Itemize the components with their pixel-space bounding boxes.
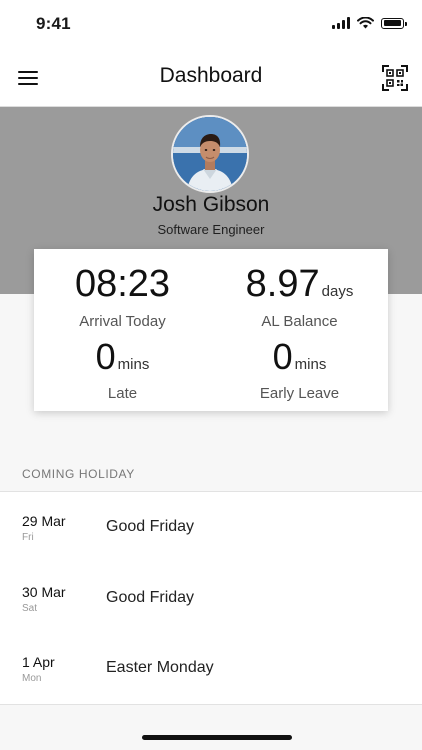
holiday-row[interactable]: 29 Mar Fri Good Friday [0,492,422,562]
status-time: 9:41 [36,14,71,33]
holiday-date: 29 Mar [22,513,66,529]
holiday-day: Mon [22,673,42,684]
al-balance-label: AL Balance [261,313,338,330]
holiday-list: 29 Mar Fri Good Friday 30 Mar Sat Good F… [0,491,422,705]
attendance-stats-card: 08:23 Arrival Today 8.97 days AL Balance … [34,249,388,411]
profile-name: Josh Gibson [152,193,270,216]
profile-role: Software Engineer [157,222,265,237]
holiday-name: Easter Monday [106,659,214,676]
section-header-coming-holiday: COMING HOLIDAY [22,467,135,481]
holiday-row[interactable]: 30 Mar Sat Good Friday [0,563,422,633]
page-title: Dashboard [159,64,263,87]
holiday-row[interactable]: 1 Apr Mon Easter Monday [0,633,422,703]
late-unit: mins [117,356,150,373]
home-indicator[interactable] [142,735,292,740]
holiday-date: 1 Apr [22,654,55,670]
early-leave-label: Early Leave [259,385,340,402]
late-label: Late [107,385,138,402]
arrival-stat: 08:23 Arrival Today [34,265,211,330]
late-stat: 0 mins Late [34,336,211,403]
holiday-day: Sat [22,603,38,614]
holiday-date: 30 Mar [22,584,66,600]
holiday-day: Fri [22,532,34,543]
al-balance-value: 8.97 [245,263,320,305]
status-bar: 9:41 [0,0,422,50]
holiday-name: Good Friday [106,518,195,535]
early-leave-stat: 0 mins Early Leave [211,336,388,403]
battery-icon [381,17,407,29]
status-icons [332,17,407,29]
al-balance-stat: 8.97 days AL Balance [211,265,388,330]
avatar-photo [173,117,247,191]
wifi-icon [357,17,374,29]
cellular-signal-icon [332,17,350,29]
arrival-label: Arrival Today [79,313,166,330]
early-leave-value: 0 [272,336,293,377]
qr-scan-icon[interactable] [382,65,408,91]
late-value: 0 [95,336,116,377]
arrival-value: 08:23 [74,263,171,305]
nav-bar: Dashboard [0,50,422,107]
holiday-name: Good Friday [106,589,195,606]
avatar [171,115,249,193]
al-balance-unit: days [321,283,354,300]
early-leave-unit: mins [294,356,327,373]
